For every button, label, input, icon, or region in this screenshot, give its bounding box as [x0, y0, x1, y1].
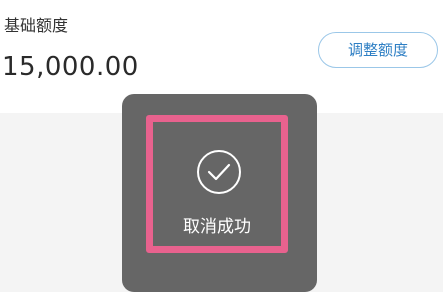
toast-message: 取消成功 [183, 217, 251, 237]
adjust-quota-button[interactable]: 调整额度 [318, 32, 438, 68]
quota-amount: 15,000.00 [2, 52, 139, 82]
check-circle-icon [197, 150, 241, 194]
quota-label: 基础额度 [4, 16, 69, 35]
